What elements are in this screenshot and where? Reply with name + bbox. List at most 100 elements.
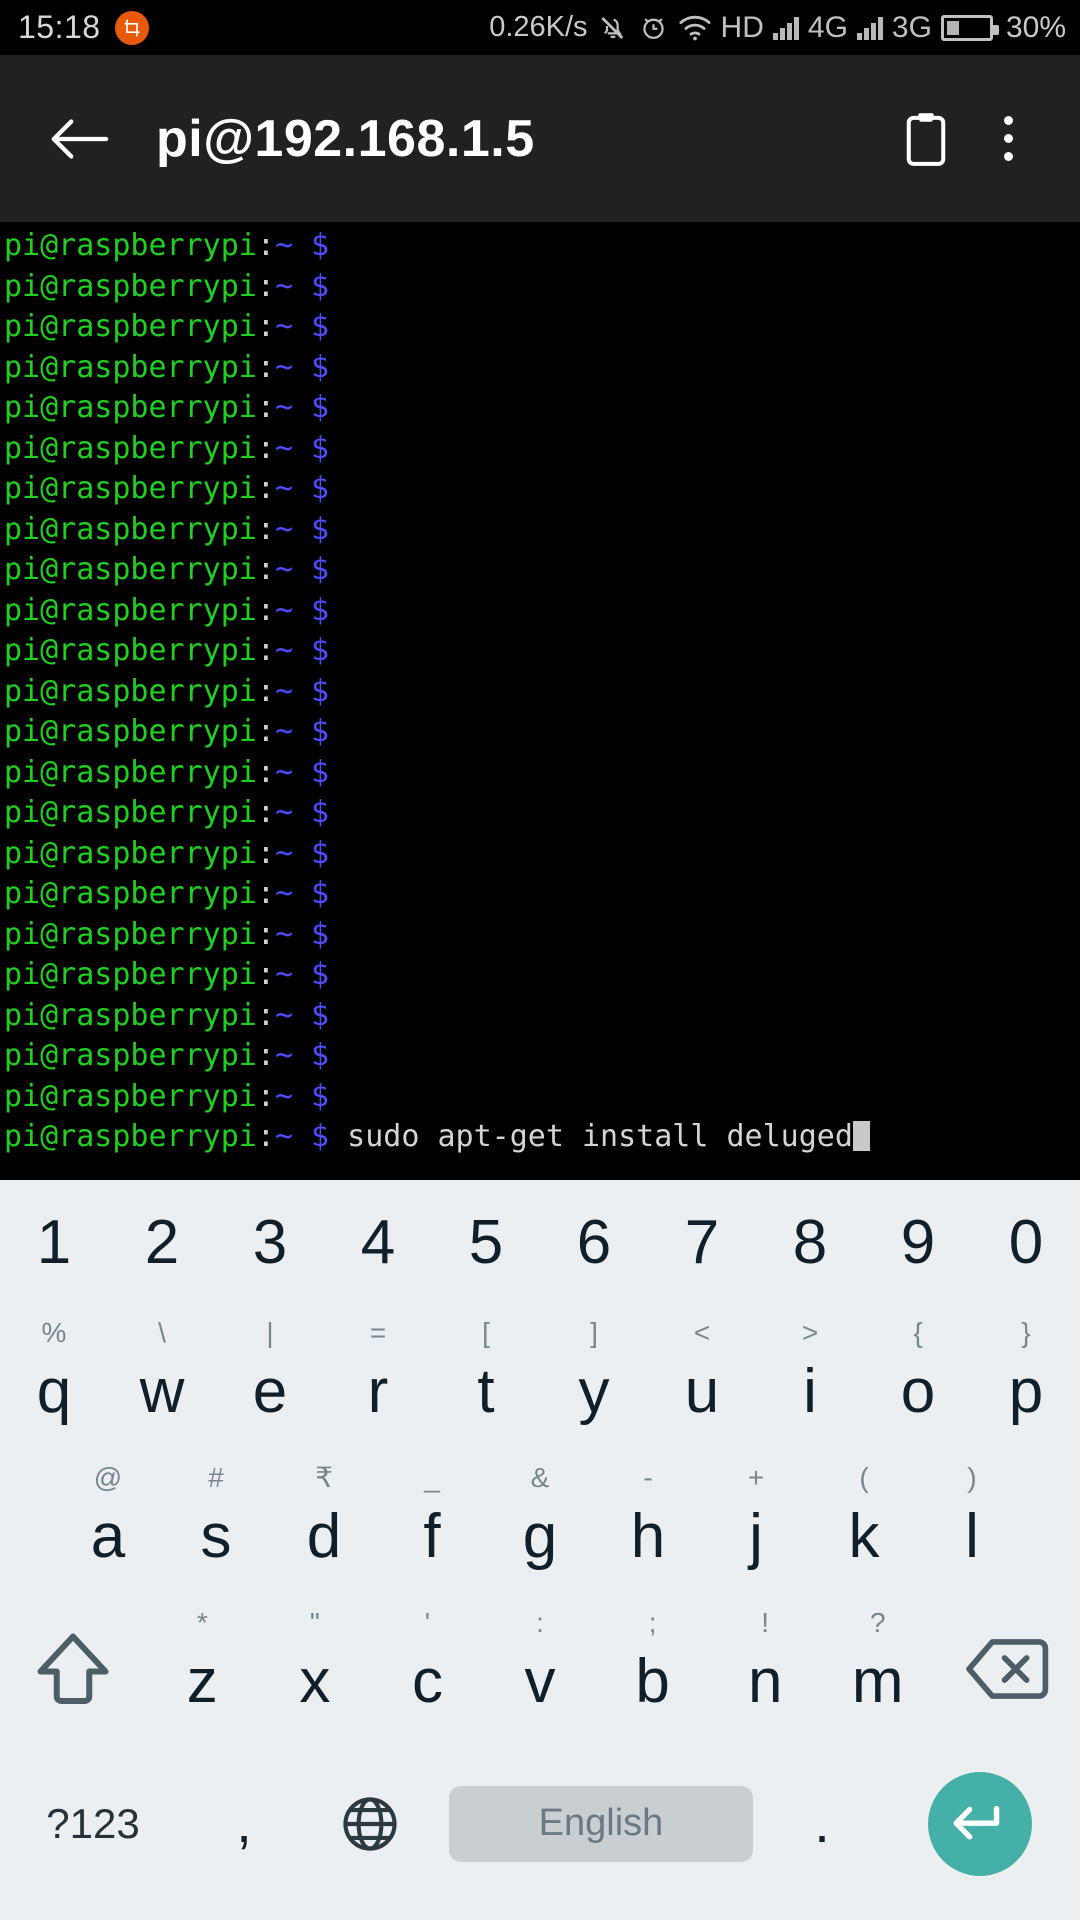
- key-secondary-label: &: [530, 1462, 550, 1493]
- backspace-icon[interactable]: [934, 1596, 1080, 1741]
- terminal-prompt-user: pi@raspberrypi: [4, 997, 257, 1033]
- enter-key[interactable]: [880, 1741, 1080, 1906]
- terminal-prompt-colon: :: [256, 228, 275, 263]
- terminal-prompt-user: pi@raspberrypi: [4, 754, 257, 790]
- key-t[interactable]: [t: [432, 1306, 540, 1451]
- key-e[interactable]: | e: [216, 1306, 324, 1451]
- symbols-toggle-label: ?123: [46, 1799, 140, 1847]
- terminal-prompt-path: ~: [274, 835, 293, 871]
- key-9[interactable]: 9: [864, 1180, 972, 1306]
- key-7[interactable]: 7: [648, 1180, 756, 1306]
- key-4[interactable]: 4: [324, 1180, 432, 1306]
- terminal-prompt-path: ~: [274, 633, 293, 668]
- terminal-command-text: sudo apt-get install deluged: [329, 1119, 853, 1154]
- key-primary-label: v: [524, 1646, 556, 1716]
- terminal-prompt-path: ~: [274, 390, 293, 425]
- key-h[interactable]: -h: [594, 1451, 702, 1596]
- key-f[interactable]: _ f: [378, 1451, 486, 1596]
- terminal-prompt-path: ~: [274, 754, 293, 790]
- key-n[interactable]: ! n: [709, 1596, 822, 1741]
- key-5[interactable]: 5: [432, 1180, 540, 1306]
- symbols-toggle-key[interactable]: ?123: [0, 1741, 186, 1906]
- language-globe-icon[interactable]: [302, 1741, 438, 1906]
- terminal-prompt-path: ~: [274, 228, 293, 263]
- terminal-prompt-colon: :: [256, 835, 275, 871]
- key-secondary-label: |: [266, 1317, 274, 1348]
- terminal-prompt-dollar: $: [293, 471, 330, 506]
- terminal-prompt-colon: :: [256, 471, 275, 506]
- comma-key[interactable]: ,: [186, 1741, 302, 1906]
- period-key[interactable]: .: [764, 1741, 880, 1906]
- terminal-prompt-user: pi@raspberrypi: [4, 390, 257, 425]
- key-x[interactable]: " x: [259, 1596, 372, 1741]
- key-s[interactable]: # s: [162, 1451, 270, 1596]
- wifi-icon: [678, 13, 712, 43]
- key-p[interactable]: } p: [972, 1306, 1080, 1451]
- key-j[interactable]: + j: [702, 1451, 810, 1596]
- key-1[interactable]: 1: [0, 1180, 108, 1306]
- terminal-prompt-colon: :: [256, 592, 275, 628]
- terminal-prompt-user: pi@raspberrypi: [4, 228, 257, 263]
- key-secondary-label: ;: [648, 1607, 657, 1638]
- terminal-output[interactable]: pi@raspberrypi:~ $ pi@raspberrypi:~ $ pi@r…: [0, 222, 1080, 1180]
- key-primary-label: 2: [144, 1208, 180, 1277]
- key-c[interactable]: ' c: [371, 1596, 484, 1741]
- key-z[interactable]: * z: [146, 1596, 259, 1741]
- on-screen-keyboard: 1234567890 % q \ w | e = r[t] y < u > i{o} p @ a # s ₹ d _ f…: [0, 1180, 1080, 1920]
- key-8[interactable]: 8: [756, 1180, 864, 1306]
- key-0[interactable]: 0: [972, 1180, 1080, 1306]
- shift-arrow-icon[interactable]: [0, 1596, 146, 1741]
- terminal-prompt-dollar: $: [293, 228, 330, 263]
- terminal-prompt-user: pi@raspberrypi: [4, 309, 257, 344]
- key-3[interactable]: 3: [216, 1180, 324, 1306]
- terminal-line: pi@raspberrypi:~ $: [4, 550, 1080, 591]
- terminal-prompt-colon: :: [256, 673, 275, 709]
- key-k[interactable]: (k: [810, 1451, 918, 1596]
- clipboard-icon[interactable]: [888, 101, 964, 177]
- key-g[interactable]: & g: [486, 1451, 594, 1596]
- terminal-prompt-dollar: $: [293, 876, 330, 911]
- key-o[interactable]: {o: [864, 1306, 972, 1451]
- terminal-line: pi@raspberrypi:~ $: [4, 712, 1080, 753]
- key-2[interactable]: 2: [108, 1180, 216, 1306]
- key-q[interactable]: % q: [0, 1306, 108, 1451]
- key-r[interactable]: = r: [324, 1306, 432, 1451]
- spacebar-key[interactable]: English: [438, 1741, 764, 1906]
- key-primary-label: j: [749, 1501, 763, 1571]
- terminal-prompt-colon: :: [256, 714, 275, 749]
- key-i[interactable]: > i: [756, 1306, 864, 1451]
- key-v[interactable]: :v: [484, 1596, 597, 1741]
- terminal-prompt-user: pi@raspberrypi: [4, 835, 257, 871]
- key-a[interactable]: @ a: [54, 1451, 162, 1596]
- key-d[interactable]: ₹ d: [270, 1451, 378, 1596]
- terminal-prompt-path: ~: [274, 552, 293, 587]
- signal-bars-sim2: [856, 16, 883, 40]
- terminal-prompt-path: ~: [274, 511, 293, 547]
- key-u[interactable]: < u: [648, 1306, 756, 1451]
- key-secondary-label: :: [536, 1607, 544, 1638]
- key-secondary-label: ₹: [315, 1462, 333, 1493]
- key-b[interactable]: ; b: [596, 1596, 709, 1741]
- back-arrow-icon[interactable]: [48, 104, 118, 174]
- key-secondary-label: %: [41, 1317, 67, 1348]
- mute-bell-icon: [597, 12, 629, 44]
- terminal-line: pi@raspberrypi:~ $: [4, 672, 1080, 713]
- terminal-prompt-colon: :: [256, 552, 275, 587]
- key-l[interactable]: ) l: [918, 1451, 1026, 1596]
- key-6[interactable]: 6: [540, 1180, 648, 1306]
- terminal-prompt-dollar: $: [293, 390, 330, 425]
- terminal-prompt-colon: :: [256, 957, 275, 992]
- key-y[interactable]: ] y: [540, 1306, 648, 1451]
- terminal-line: pi@raspberrypi:~ $: [4, 510, 1080, 551]
- key-m[interactable]: ? m: [821, 1596, 934, 1741]
- terminal-prompt-user: pi@raspberrypi: [4, 511, 257, 547]
- terminal-line: pi@raspberrypi:~ $: [4, 226, 1080, 267]
- key-w[interactable]: \ w: [108, 1306, 216, 1451]
- terminal-prompt-path: ~: [274, 309, 293, 344]
- key-primary-label: p: [1008, 1356, 1044, 1426]
- key-primary-label: e: [252, 1356, 288, 1426]
- overflow-menu-icon[interactable]: [978, 101, 1038, 177]
- terminal-prompt-colon: :: [256, 795, 275, 830]
- key-primary-label: y: [578, 1356, 610, 1426]
- terminal-prompt-path: ~: [274, 795, 293, 830]
